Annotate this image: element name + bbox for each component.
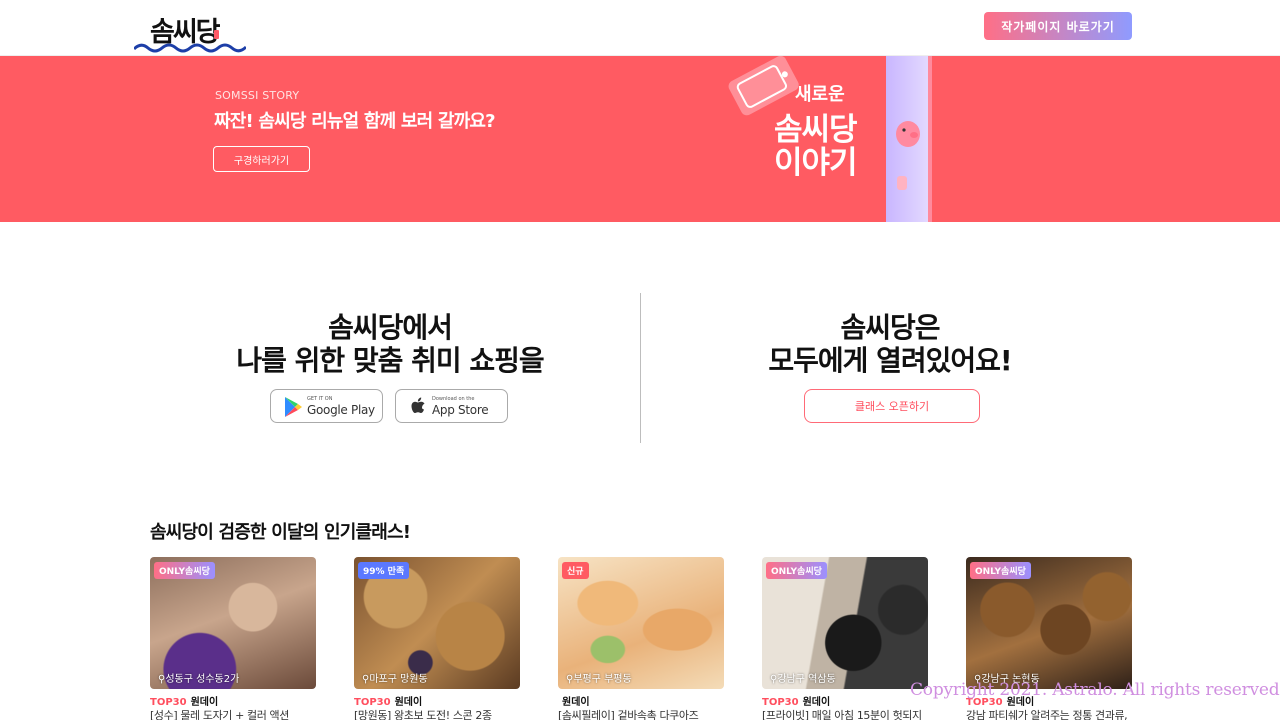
- copyright-watermark: Copyright 2021. Astralo. All rights rese…: [910, 680, 1280, 700]
- class-meta: TOP30 원데이: [150, 693, 218, 708]
- hero-banner[interactable]: SOMSSI STORY 짜잔! 솜씨당 리뉴얼 함께 보러 갈까요? 구경하러…: [0, 56, 1280, 222]
- promo-section: 솜씨당에서 나를 위한 맞춤 취미 쇼핑을 GET IT ON Google P…: [0, 222, 1280, 502]
- class-location-text: 부평구 부평동: [573, 674, 632, 685]
- class-thumbnail: ONLY솜씨당 ⚲강남구 역삼동: [762, 557, 928, 689]
- class-thumbnail: 99% 만족 ⚲마포구 망원동: [354, 557, 520, 689]
- class-title: [프라이빗] 매일 아침 15분이 헛되지: [762, 709, 922, 720]
- banner-kicker: SOMSSI STORY: [215, 89, 300, 102]
- open-class-button[interactable]: 클래스 오픈하기: [804, 389, 980, 423]
- class-title: 강남 파티쉐가 알려주는 정통 견과류,: [966, 709, 1128, 720]
- class-location: ⚲강남구 역삼동: [770, 674, 836, 685]
- class-thumbnail: 신규 ⚲부평구 부평동: [558, 557, 724, 689]
- google-play-button[interactable]: GET IT ON Google Play: [270, 389, 383, 423]
- logo-dot: [214, 30, 219, 39]
- pig-mascot-icon: [896, 121, 920, 190]
- shopping-promo-title: 솜씨당에서 나를 위한 맞춤 취미 쇼핑을: [210, 311, 570, 377]
- class-thumbnail: ONLY솜씨당 ⚲강남구 논현동: [966, 557, 1132, 689]
- logo-wave-icon: [134, 43, 246, 53]
- section-divider: [640, 293, 641, 443]
- class-location-text: 마포구 망원동: [369, 674, 428, 685]
- class-title: [망원동] 왕초보 도전! 스콘 2종: [354, 709, 492, 720]
- shopping-promo-line-1: 솜씨당에서: [328, 311, 453, 344]
- banner-art-line-2: 이야기: [774, 144, 858, 181]
- class-location: ⚲마포구 망원동: [362, 674, 428, 685]
- class-location-text: 성동구 성수동2가: [165, 674, 240, 685]
- class-tag: ONLY솜씨당: [766, 562, 827, 579]
- class-tag: 99% 만족: [358, 562, 410, 579]
- class-tag: 신규: [562, 562, 589, 579]
- class-tag: ONLY솜씨당: [154, 562, 215, 579]
- class-card[interactable]: 99% 만족 ⚲마포구 망원동 TOP30 원데이 [망원동] 왕초보 도전! 스…: [354, 557, 520, 720]
- class-card[interactable]: ONLY솜씨당 ⚲강남구 역삼동 TOP30 원데이 [프라이빗] 매일 아침 1…: [762, 557, 928, 720]
- google-play-small-text: GET IT ON: [307, 396, 333, 402]
- class-location-text: 강남구 역삼동: [777, 674, 836, 685]
- class-tag: ONLY솜씨당: [970, 562, 1031, 579]
- apple-icon: [411, 397, 425, 413]
- class-title: [성수] 물레 도자기 + 컬러 액션: [150, 709, 290, 720]
- google-play-label: Google Play: [307, 403, 375, 417]
- class-meta: 원데이: [558, 693, 590, 708]
- class-thumbnail: ONLY솜씨당 ⚲성동구 성수동2가: [150, 557, 316, 689]
- class-meta: TOP30 원데이: [762, 693, 830, 708]
- class-location: ⚲성동구 성수동2가: [158, 674, 240, 685]
- banner-art-subtitle: 새로운: [795, 84, 845, 105]
- shopping-promo-line-2: 나를 위한 맞춤 취미 쇼핑을: [236, 344, 544, 378]
- somssidang-logo[interactable]: 솜씨당: [134, 8, 246, 54]
- class-card[interactable]: 신규 ⚲부평구 부평동 원데이 [솜씨필레이] 겉바속촉 다쿠아즈: [558, 557, 724, 720]
- explore-button[interactable]: 구경하러가기: [213, 146, 310, 172]
- class-meta: TOP30 원데이: [354, 693, 422, 708]
- banner-art-line-1: 솜씨당: [774, 112, 858, 148]
- banner-art-title: 솜씨당 이야기: [774, 112, 858, 181]
- popular-classes-title: 솜씨당이 검증한 이달의 인기클래스!: [150, 522, 411, 543]
- app-store-small-text: Download on the: [432, 396, 475, 402]
- google-play-icon: [285, 397, 302, 417]
- banner-title: 짜잔! 솜씨당 리뉴얼 함께 보러 갈까요?: [214, 111, 496, 132]
- class-title: [솜씨필레이] 겉바속촉 다쿠아즈: [558, 709, 699, 720]
- class-card[interactable]: ONLY솜씨당 ⚲성동구 성수동2가 TOP30 원데이 [성수] 물레 도자기 …: [150, 557, 316, 720]
- app-store-button[interactable]: Download on the App Store: [395, 389, 508, 423]
- class-location: ⚲부평구 부평동: [566, 674, 632, 685]
- app-store-label: App Store: [432, 403, 489, 417]
- author-page-button[interactable]: 작가페이지 바로가기: [984, 12, 1132, 40]
- site-header: 솜씨당 작가페이지 바로가기: [0, 0, 1280, 56]
- open-class-promo-line-2: 모두에게 열려있어요!: [768, 344, 1012, 378]
- open-class-promo-title: 솜씨당은 모두에게 열려있어요!: [730, 311, 1050, 377]
- book-spine-edge: [928, 56, 932, 222]
- open-class-promo-line-1: 솜씨당은: [840, 311, 940, 344]
